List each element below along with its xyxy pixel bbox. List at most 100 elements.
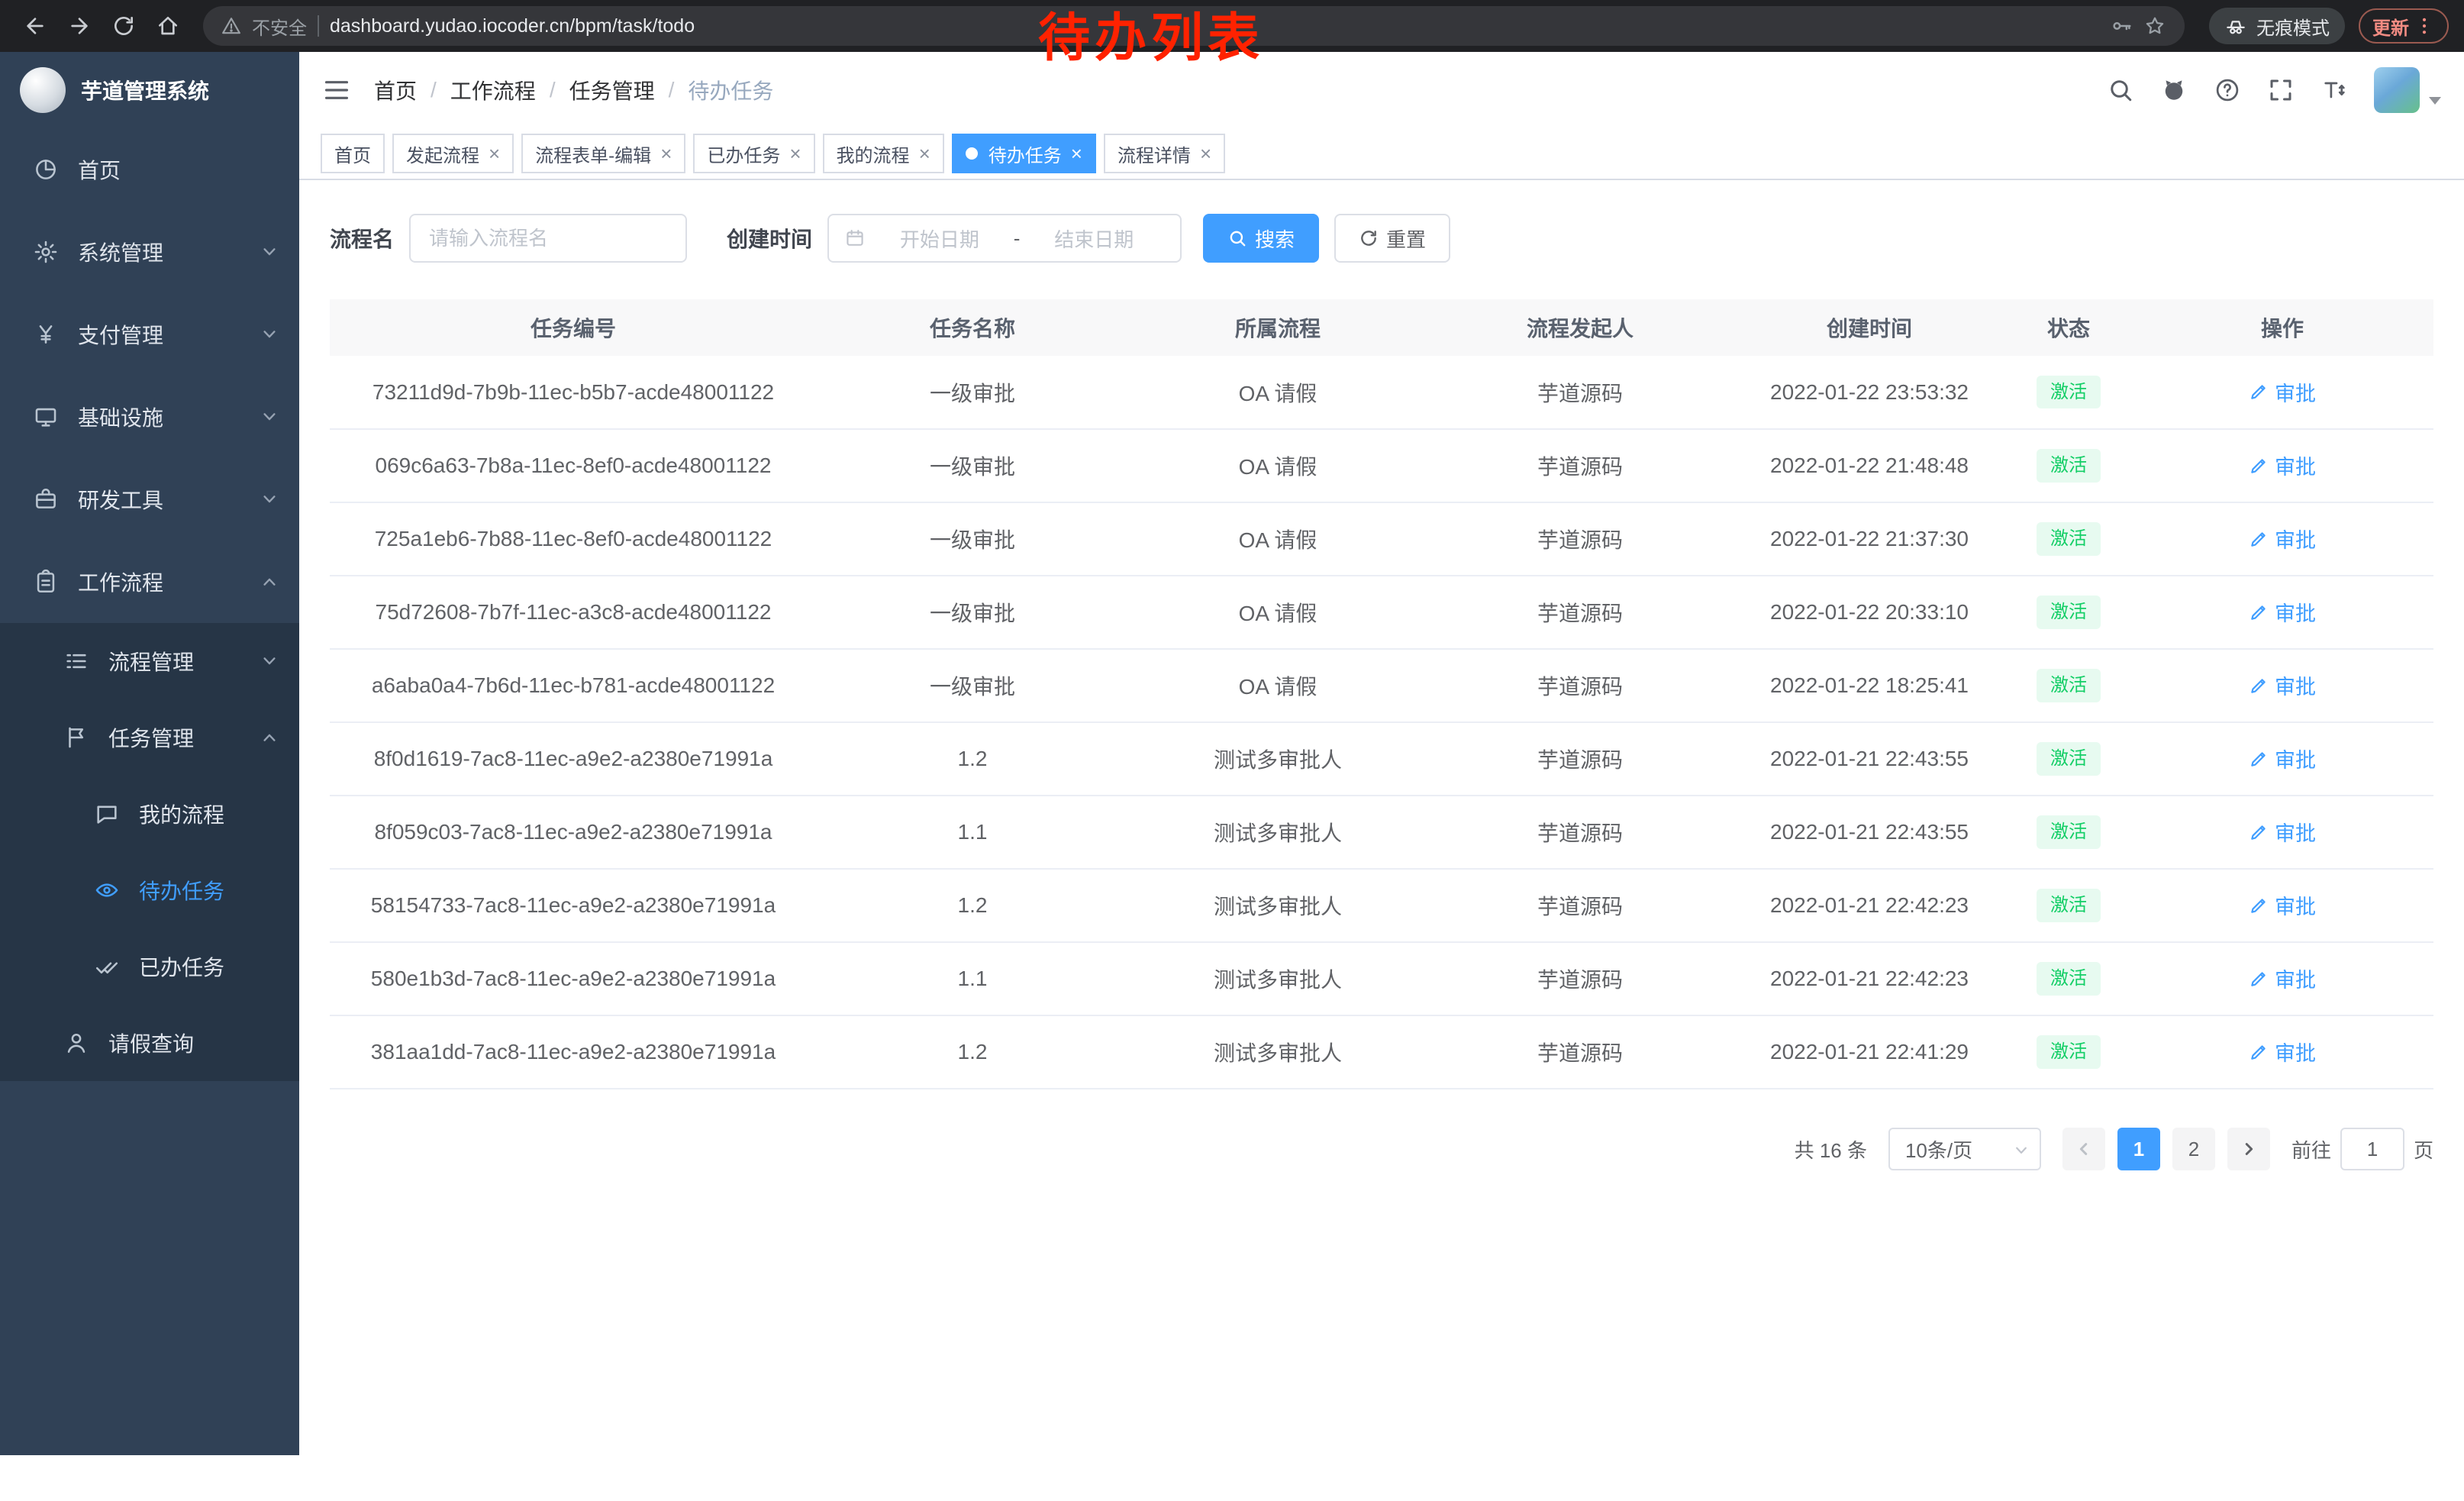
search-button[interactable]: 搜索 [1203,214,1319,263]
tab-done-task[interactable]: 已办任务 × [693,134,814,173]
process-name-input[interactable] [409,214,687,263]
task-name: 1.2 [817,869,1128,942]
reset-button[interactable]: 重置 [1334,214,1450,263]
sidebar-item-workflow[interactable]: 工作流程 [0,541,299,623]
approve-link[interactable]: 审批 [2249,524,2316,554]
page-button-1[interactable]: 1 [2117,1128,2160,1170]
sidebar-item-payment[interactable]: 支付管理 [0,293,299,376]
key-icon[interactable] [2110,15,2133,37]
task-status: 激活 [2006,502,2131,576]
tab-home[interactable]: 首页 [321,134,385,173]
incognito-badge: 无痕模式 [2209,8,2345,44]
address-bar[interactable]: 不安全 dashboard.yudao.iocoder.cn/bpm/task/… [203,6,2185,46]
navbar-actions [2107,67,2441,113]
status-badge: 激活 [2037,522,2101,555]
approve-link[interactable]: 审批 [2249,377,2316,407]
refresh-icon [1359,228,1379,248]
close-icon[interactable]: × [1200,144,1211,163]
sidebar-item-home[interactable]: 首页 [0,128,299,211]
task-action: 审批 [2131,942,2433,1015]
tab-process-detail[interactable]: 流程详情 × [1104,134,1225,173]
font-size-icon[interactable] [2320,76,2348,104]
help-icon[interactable] [2214,76,2241,104]
sidebar-item-process-mgmt[interactable]: 流程管理 [0,623,299,699]
breadcrumb-item[interactable]: 首页 [374,75,417,105]
app-window: 芋道管理系统 首页 系统管理 [0,52,2464,1501]
approve-link[interactable]: 审批 [2249,670,2316,700]
task-status: 激活 [2006,429,2131,502]
sidebar-item-todo-task[interactable]: 待办任务 [0,852,299,928]
star-icon[interactable] [2143,15,2166,37]
search-icon[interactable] [2107,76,2134,104]
close-icon[interactable]: × [1071,144,1082,163]
sidebar-item-leave-query[interactable]: 请假查询 [0,1005,299,1081]
task-process: 测试多审批人 [1128,869,1427,942]
goto-page-input[interactable] [2340,1128,2404,1170]
date-range-picker[interactable]: 开始日期 - 结束日期 [827,214,1182,263]
forward-button[interactable] [60,6,99,46]
approve-link[interactable]: 审批 [2249,1037,2316,1067]
sidebar-item-task-mgmt[interactable]: 任务管理 [0,699,299,776]
sidebar-column: 芋道管理系统 首页 系统管理 [0,52,299,1501]
close-icon[interactable]: × [489,144,500,163]
sidebar-item-devtools[interactable]: 研发工具 [0,458,299,541]
status-badge: 激活 [2037,962,2101,995]
user-menu[interactable] [2374,67,2441,113]
breadcrumb: 首页 / 工作流程 / 任务管理 / 待办任务 [374,75,773,105]
next-page-button[interactable] [2227,1128,2270,1170]
chevron-down-icon [261,408,278,425]
person-icon [61,1030,92,1056]
briefcase-icon [31,486,61,512]
task-action: 审批 [2131,649,2433,722]
edit-icon [2249,749,2269,769]
edit-icon [2249,896,2269,915]
sidebar-item-infrastructure[interactable]: 基础设施 [0,376,299,458]
reload-button[interactable] [104,6,144,46]
fullscreen-icon[interactable] [2267,76,2295,104]
approve-link[interactable]: 审批 [2249,890,2316,920]
approve-link[interactable]: 审批 [2249,964,2316,993]
sidebar-item-my-process[interactable]: 我的流程 [0,776,299,852]
sidebar-item-done-task[interactable]: 已办任务 [0,928,299,1005]
tab-todo-task[interactable]: 待办任务 × [952,134,1096,173]
prev-page-button[interactable] [2062,1128,2105,1170]
main-area: 首页 / 工作流程 / 任务管理 / 待办任务 [299,52,2464,1501]
url-text: dashboard.yudao.iocoder.cn/bpm/task/todo [330,15,695,37]
logo-avatar [20,67,66,113]
column-header: 操作 [2131,299,2433,356]
task-time: 2022-01-21 22:42:23 [1733,869,2006,942]
task-action: 审批 [2131,1015,2433,1089]
github-icon[interactable] [2160,76,2188,104]
breadcrumb-item[interactable]: 任务管理 [569,75,655,105]
page-button-2[interactable]: 2 [2172,1128,2215,1170]
page-size-select[interactable]: 10条/页 [1888,1128,2041,1170]
task-status: 激活 [2006,576,2131,649]
back-button[interactable] [15,6,55,46]
task-id: 069c6a63-7b8a-11ec-8ef0-acde48001122 [330,429,817,502]
close-icon[interactable]: × [919,144,930,163]
sidebar-item-label: 任务管理 [108,722,261,753]
tab-my-process[interactable]: 我的流程 × [823,134,944,173]
tab-start-process[interactable]: 发起流程 × [392,134,514,173]
hamburger-icon[interactable] [322,76,351,105]
sidebar-item-system[interactable]: 系统管理 [0,211,299,293]
approve-link[interactable]: 审批 [2249,450,2316,480]
task-time: 2022-01-21 22:43:55 [1733,796,2006,869]
security-label[interactable]: 不安全 [252,13,307,40]
home-button[interactable] [148,6,188,46]
approve-link[interactable]: 审批 [2249,817,2316,847]
chevron-down-icon [261,244,278,260]
breadcrumb-item[interactable]: 工作流程 [450,75,536,105]
approve-link[interactable]: 审批 [2249,597,2316,627]
sidebar-item-label: 支付管理 [78,319,261,350]
approve-link[interactable]: 审批 [2249,744,2316,773]
close-icon[interactable]: × [789,144,801,163]
close-icon[interactable]: × [660,144,672,163]
avatar[interactable] [2374,67,2420,113]
sidebar-item-label: 基础设施 [78,402,261,432]
task-status: 激活 [2006,942,2131,1015]
app-logo[interactable]: 芋道管理系统 [0,52,299,128]
tab-process-form-edit[interactable]: 流程表单-编辑 × [521,134,685,173]
update-button[interactable]: 更新 [2359,8,2449,44]
task-initiator: 芋道源码 [1427,942,1733,1015]
